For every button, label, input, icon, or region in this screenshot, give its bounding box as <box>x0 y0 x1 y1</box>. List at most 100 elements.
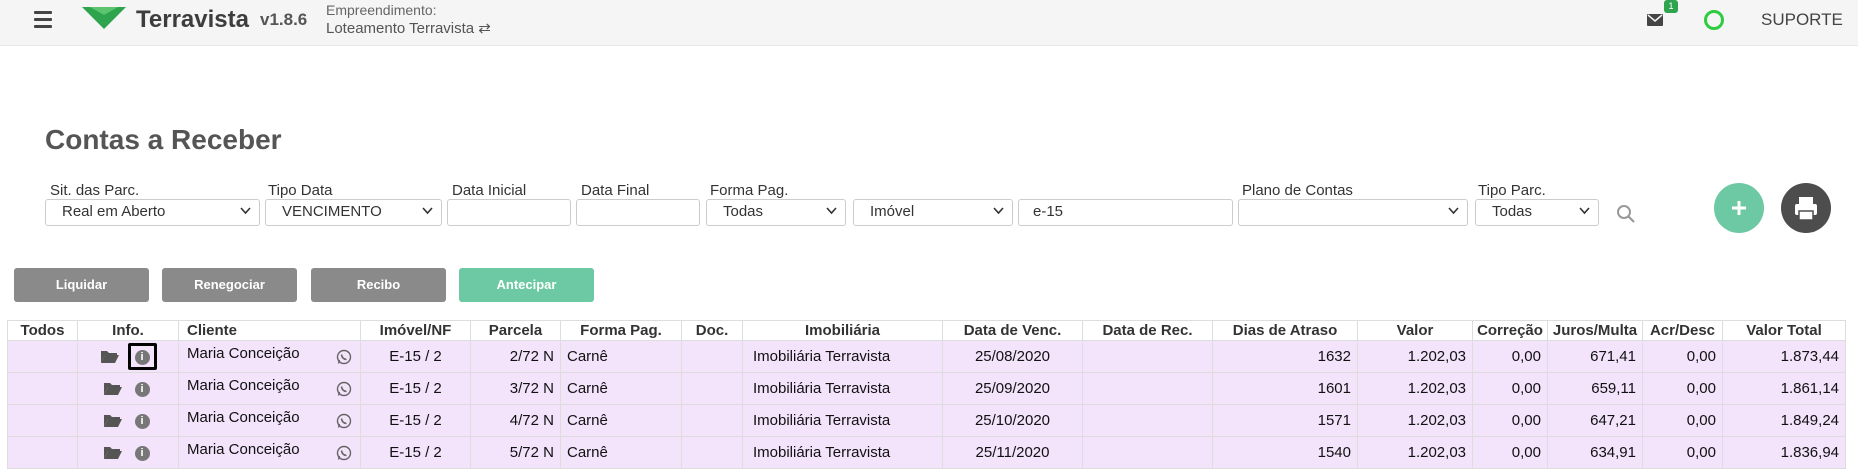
info-cell: i <box>77 340 179 373</box>
whatsapp-icon[interactable] <box>336 445 352 461</box>
col-cliente[interactable]: Cliente <box>178 320 361 341</box>
col-correcao[interactable]: Correção <box>1472 320 1548 341</box>
sit-parc-value: Real em Aberto <box>62 203 166 220</box>
forma-pag-cell: Carnê <box>560 340 682 373</box>
col-dias-atraso[interactable]: Dias de Atraso <box>1212 320 1358 341</box>
col-parcela[interactable]: Parcela <box>470 320 561 341</box>
whatsapp-icon[interactable] <box>336 413 352 429</box>
tipo-data-value: VENCIMENTO <box>282 203 382 220</box>
info-button[interactable]: i <box>127 343 157 370</box>
doc-cell <box>681 340 743 373</box>
col-acr-desc[interactable]: Acr/Desc <box>1642 320 1723 341</box>
forma-pag-select[interactable]: Todas <box>706 199 846 226</box>
col-imobiliaria[interactable]: Imobiliária <box>742 320 943 341</box>
info-icon: i <box>134 349 150 365</box>
support-link[interactable]: SUPORTE <box>1761 10 1843 30</box>
renegociar-button[interactable]: Renegociar <box>162 268 297 302</box>
col-data-venc[interactable]: Data de Venc. <box>942 320 1083 341</box>
folder-open-icon[interactable] <box>103 413 123 428</box>
folder-open-icon[interactable] <box>100 349 120 364</box>
antecipar-button[interactable]: Antecipar <box>459 268 594 302</box>
col-doc[interactable]: Doc. <box>681 320 743 341</box>
chevron-down-icon <box>1579 207 1590 215</box>
plus-icon <box>1732 201 1746 215</box>
valor-cell: 1.202,03 <box>1357 372 1473 405</box>
add-button[interactable] <box>1714 183 1764 233</box>
data-final-input[interactable] <box>576 199 700 226</box>
info-cell: i <box>77 436 179 469</box>
whatsapp-icon[interactable] <box>336 349 352 365</box>
folder-open-icon[interactable] <box>103 381 123 396</box>
recibo-button[interactable]: Recibo <box>311 268 446 302</box>
imobiliaria-cell: Imobiliária Terravista <box>742 372 943 405</box>
cliente-cell: Maria Conceição <box>178 340 361 373</box>
data-rec-cell <box>1082 340 1213 373</box>
tipo-data-select[interactable]: VENCIMENTO <box>265 199 442 226</box>
select-cell[interactable] <box>7 340 78 373</box>
correcao-cell: 0,00 <box>1472 340 1548 373</box>
col-valor-total[interactable]: Valor Total <box>1722 320 1846 341</box>
data-venc-cell: 25/10/2020 <box>942 404 1083 437</box>
plano-contas-select[interactable] <box>1238 199 1468 226</box>
cliente-name: Maria Conceição <box>187 377 300 394</box>
select-cell[interactable] <box>7 372 78 405</box>
valor-total-cell: 1.836,94 <box>1722 436 1846 469</box>
cliente-name: Maria Conceição <box>187 441 300 458</box>
select-cell[interactable] <box>7 436 78 469</box>
acr-desc-cell: 0,00 <box>1642 436 1723 469</box>
imovel-cell: E-15 / 2 <box>360 404 471 437</box>
col-imovel[interactable]: Imóvel/NF <box>360 320 471 341</box>
imobiliaria-cell: Imobiliária Terravista <box>742 436 943 469</box>
imobiliaria-cell: Imobiliária Terravista <box>742 404 943 437</box>
sit-parc-label: Sit. das Parc. <box>50 182 140 199</box>
liquidar-button[interactable]: Liquidar <box>14 268 149 302</box>
acr-desc-cell: 0,00 <box>1642 340 1723 373</box>
search-icon[interactable] <box>1616 204 1636 224</box>
info-button[interactable]: i <box>131 378 154 399</box>
table-header-row: Todos Info. Cliente Imóvel/NF Parcela Fo… <box>7 320 1846 341</box>
data-final-label: Data Final <box>581 182 650 199</box>
table-row[interactable]: i Maria Conceição E-15 / 2 3/72 N Carnê … <box>7 372 1846 405</box>
imovel-cell: E-15 / 2 <box>360 436 471 469</box>
sit-parc-select[interactable]: Real em Aberto <box>45 199 260 226</box>
menu-icon[interactable] <box>34 11 52 29</box>
mail-count-badge: 1 <box>1664 0 1678 13</box>
dias-atraso-cell: 1632 <box>1212 340 1358 373</box>
search-text-input[interactable]: e-15 <box>1018 199 1233 226</box>
tipo-parc-label: Tipo Parc. <box>1478 182 1546 199</box>
col-todos[interactable]: Todos <box>7 320 78 341</box>
data-inicial-input[interactable] <box>447 199 571 226</box>
info-button[interactable]: i <box>131 410 154 431</box>
col-data-rec[interactable]: Data de Rec. <box>1082 320 1213 341</box>
acr-desc-cell: 0,00 <box>1642 372 1723 405</box>
table-row[interactable]: i Maria Conceição E-15 / 2 5/72 N Carnê … <box>7 436 1846 469</box>
info-button[interactable]: i <box>131 442 154 463</box>
select-cell[interactable] <box>7 404 78 437</box>
imovel-cell: E-15 / 2 <box>360 340 471 373</box>
doc-cell <box>681 372 743 405</box>
whatsapp-icon[interactable] <box>336 381 352 397</box>
col-valor[interactable]: Valor <box>1357 320 1473 341</box>
cliente-cell: Maria Conceição <box>178 372 361 405</box>
parcela-cell: 4/72 N <box>470 404 561 437</box>
folder-open-icon[interactable] <box>103 445 123 460</box>
table-row[interactable]: i Maria Conceição E-15 / 2 2/72 N Carnê … <box>7 340 1846 373</box>
parcela-cell: 3/72 N <box>470 372 561 405</box>
data-rec-cell <box>1082 436 1213 469</box>
col-juros-multa[interactable]: Juros/Multa <box>1547 320 1643 341</box>
col-forma-pag[interactable]: Forma Pag. <box>560 320 682 341</box>
chevron-down-icon <box>993 207 1004 215</box>
col-info: Info. <box>77 320 179 341</box>
imovel-select[interactable]: Imóvel <box>853 199 1013 226</box>
print-button[interactable] <box>1781 183 1831 233</box>
chevron-down-icon <box>1448 207 1459 215</box>
data-inicial-label: Data Inicial <box>452 182 527 199</box>
empreendimento-switch[interactable]: Loteamento Terravista ⇄ <box>326 19 491 37</box>
forma-pag-cell: Carnê <box>560 372 682 405</box>
tipo-data-label: Tipo Data <box>268 182 333 199</box>
table-row[interactable]: i Maria Conceição E-15 / 2 4/72 N Carnê … <box>7 404 1846 437</box>
tipo-parc-select[interactable]: Todas <box>1475 199 1599 226</box>
doc-cell <box>681 404 743 437</box>
info-icon: i <box>134 381 150 397</box>
mail-icon[interactable] <box>1647 14 1663 26</box>
